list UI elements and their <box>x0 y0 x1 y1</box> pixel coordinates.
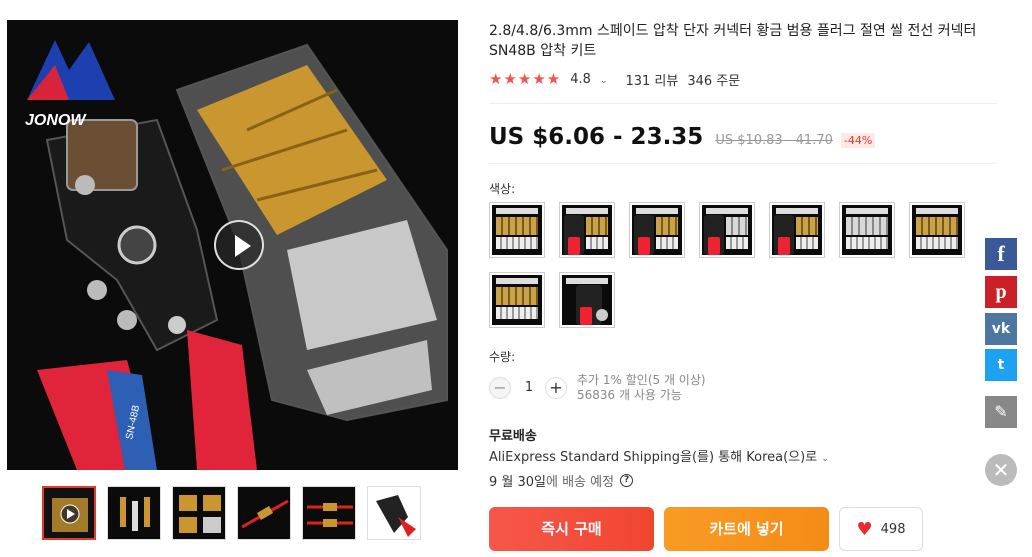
divider <box>489 163 997 164</box>
color-swatch-2[interactable] <box>559 202 615 258</box>
product-title: 2.8/4.8/6.3mm 스페이드 압착 단자 커넥터 황금 범용 플러그 절… <box>489 23 977 59</box>
thumbnail-1[interactable] <box>42 486 96 540</box>
shipping-method-text: AliExpress Standard Shipping을(를) 통해 Kore… <box>489 450 818 465</box>
pinterest-share-icon[interactable]: p <box>985 276 1017 308</box>
color-swatch-list <box>489 202 1009 328</box>
thumbnail-2[interactable] <box>107 486 161 540</box>
help-icon[interactable]: ? <box>620 474 634 487</box>
thumbnail-wires-image <box>238 487 290 539</box>
delivery-date-suffix: 에 배송 예정 <box>546 475 615 490</box>
color-swatch-3[interactable] <box>629 202 685 258</box>
brand-logo-text: JONOW <box>25 112 87 129</box>
color-swatch-7[interactable] <box>909 202 965 258</box>
quantity-label: 수량: <box>489 350 516 364</box>
color-swatch-6[interactable] <box>839 202 895 258</box>
facebook-share-icon[interactable]: f <box>985 238 1017 270</box>
chevron-down-icon: ⌄ <box>599 75 608 86</box>
quantity-increase-button[interactable]: + <box>545 377 567 399</box>
color-swatch-1[interactable] <box>489 202 545 258</box>
discount-badge: -44% <box>840 133 876 148</box>
buy-now-button[interactable]: 즉시 구매 <box>489 507 654 551</box>
color-label: 색상: <box>489 182 516 196</box>
thumbnail-5[interactable] <box>302 486 356 540</box>
color-swatch-9[interactable] <box>559 272 615 328</box>
rating-stars-icon: ★★★★★ <box>489 70 562 88</box>
wishlist-button[interactable]: ♥ 498 <box>839 507 923 551</box>
thumbnail-4[interactable] <box>237 486 291 540</box>
shipping-title: 무료배송 <box>489 429 537 444</box>
wishlist-count: 498 <box>880 521 906 537</box>
delivery-estimate: 9 월 30일 에 배송 예정 ? <box>489 471 634 490</box>
add-to-cart-button[interactable]: 카트에 넣기 <box>664 507 829 551</box>
vk-share-icon[interactable]: vk <box>985 313 1017 345</box>
edit-icon[interactable]: ✎ <box>985 396 1017 428</box>
quantity-note: 추가 1% 할인(5 개 이상) 56836 개 사용 가능 <box>577 373 706 403</box>
thumbnail-plier-image <box>368 487 420 539</box>
thumbnail-kit-image <box>44 488 94 538</box>
main-product-image[interactable]: JONOW SN-48B <box>7 20 458 470</box>
close-icon[interactable]: ✕ <box>985 454 1017 486</box>
thumbnail-crimped-image <box>303 487 355 539</box>
thumbnail-strip <box>42 486 421 540</box>
review-count[interactable]: 131 리뷰 <box>625 70 678 89</box>
original-price: US $10.83 - 41.70 <box>715 133 833 148</box>
order-count: 346 주문 <box>687 73 741 89</box>
rating-number: 4.8 <box>570 71 591 87</box>
color-swatch-4[interactable] <box>699 202 755 258</box>
color-swatch-8[interactable] <box>489 272 545 328</box>
shipping-method[interactable]: AliExpress Standard Shipping을(를) 통해 Kore… <box>489 446 829 465</box>
divider <box>489 103 997 104</box>
quantity-decrease-button[interactable]: − <box>489 377 511 399</box>
thumbnail-terminals-image <box>108 487 160 539</box>
twitter-share-icon[interactable]: t <box>985 349 1017 381</box>
chevron-down-icon: ⌄ <box>821 454 829 464</box>
delivery-date: 9 월 30일 <box>489 475 546 490</box>
rating-value[interactable]: 4.8 ⌄ <box>570 72 616 87</box>
quantity-input[interactable]: 1 <box>519 377 539 399</box>
current-price: US $6.06 - 23.35 <box>489 124 704 150</box>
stock-available-text: 56836 개 사용 가능 <box>577 388 682 402</box>
thumbnail-6[interactable] <box>367 486 421 540</box>
heart-icon: ♥ <box>856 518 873 540</box>
price-row: US $6.06 - 23.35 US $10.83 - 41.70 -44% <box>489 124 876 150</box>
thumbnail-variants-image <box>173 487 225 539</box>
bulk-discount-text: 추가 1% 할인(5 개 이상) <box>577 373 706 387</box>
color-swatch-5[interactable] <box>769 202 825 258</box>
play-video-button[interactable] <box>214 220 264 270</box>
thumbnail-3[interactable] <box>172 486 226 540</box>
rating-row: ★★★★★ 4.8 ⌄ 131 리뷰 346 주문 <box>489 70 749 89</box>
